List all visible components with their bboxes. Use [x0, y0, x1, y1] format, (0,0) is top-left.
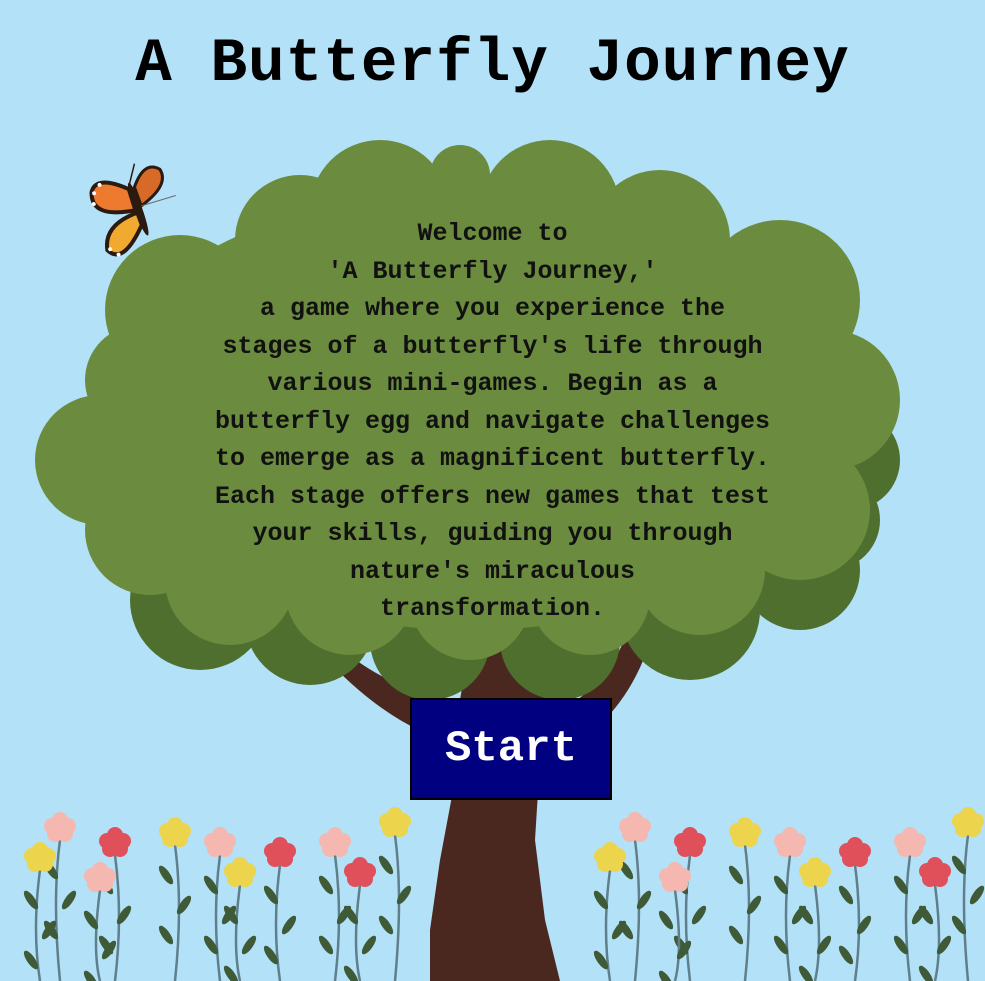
intro-line: Welcome to: [417, 219, 568, 248]
intro-line: Each stage offers new games that test: [214, 481, 771, 511]
start-button[interactable]: Start: [410, 698, 612, 800]
intro-line: stages of a butterfly's life through: [222, 331, 763, 361]
page-title: A Butterfly Journey: [135, 30, 850, 99]
intro-text: Welcome to 'A Butterfly Journey,' a game…: [150, 215, 835, 628]
intro-line: nature's miraculous: [349, 556, 636, 586]
intro-line: transformation.: [379, 594, 606, 623]
intro-line: various mini-games. Begin as a: [267, 369, 718, 398]
intro-line: your skills, guiding you through: [252, 519, 733, 548]
intro-line: to emerge as a magnificent butterfly.: [214, 444, 771, 473]
intro-line: 'A Butterfly Journey,': [327, 256, 658, 286]
intro-line: butterfly egg and navigate challenges: [214, 406, 771, 436]
intro-line: a game where you experience the: [259, 294, 726, 323]
